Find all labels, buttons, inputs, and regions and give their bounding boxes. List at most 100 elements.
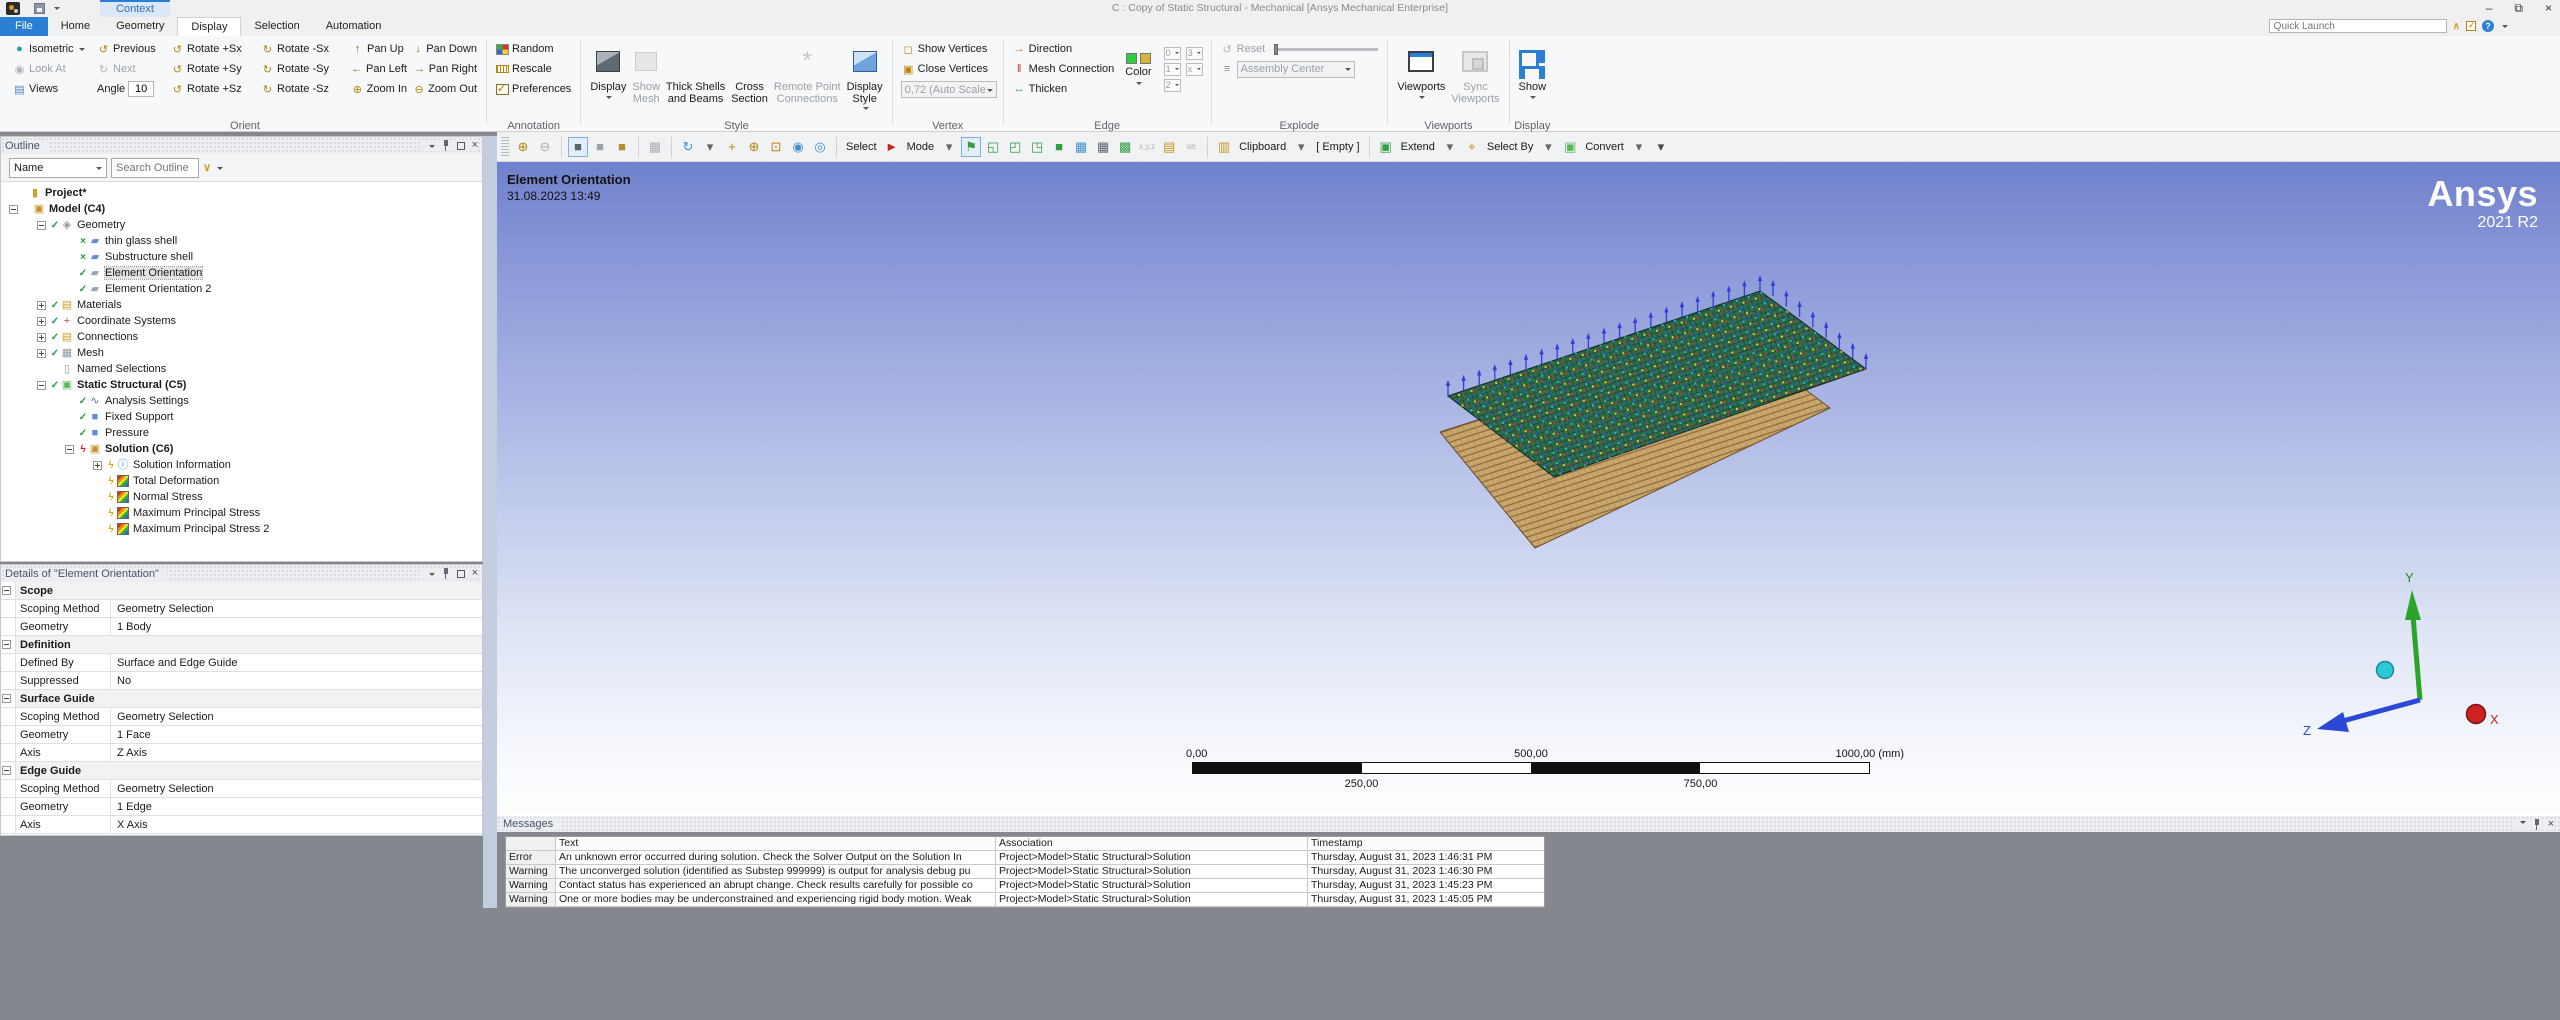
pan-down-button[interactable]: ↓ Pan Down [410, 39, 480, 59]
pan-up-button[interactable]: ↑ Pan Up [348, 39, 410, 59]
close-button[interactable]: × [2545, 1, 2552, 16]
edge-option-2-dropdown[interactable]: 2 [1163, 78, 1181, 92]
pin-icon[interactable] [442, 568, 450, 579]
show-vertices-button[interactable]: ◻ Show Vertices [899, 39, 997, 59]
display-button[interactable]: Display [587, 39, 629, 121]
wireframe-icon[interactable]: ■ [612, 137, 632, 157]
multi-viewport-icon[interactable]: ▦ [645, 137, 665, 157]
edge-option-1-dropdown[interactable]: 1 [1163, 62, 1181, 76]
collapse-icon[interactable] [1, 640, 11, 649]
outline-options-caret-icon[interactable] [217, 166, 224, 173]
minimize-button[interactable]: – [2486, 1, 2493, 16]
angle-input[interactable] [128, 81, 155, 97]
tree-item-fixed-support[interactable]: ✓ ■ Fixed Support [1, 409, 482, 425]
message-row[interactable]: Warning One or more bodies may be underco… [506, 893, 1544, 907]
mode-label[interactable]: Mode [904, 141, 938, 153]
detail-value[interactable]: Surface and Edge Guide [111, 654, 482, 671]
zoom-fit-icon[interactable]: ◉ [788, 137, 808, 157]
tree-item-thin-glass-shell[interactable]: × ▰ thin glass shell [1, 233, 482, 249]
model-scene[interactable] [497, 162, 2560, 816]
help-caret-icon[interactable] [2502, 25, 2508, 31]
preferences-button[interactable]: Preferences [493, 79, 574, 99]
display-style-button[interactable]: Display Style [844, 39, 886, 121]
tab-file[interactable]: File [0, 17, 48, 36]
orientation-triad[interactable]: Y Z X [2287, 552, 2547, 767]
tree-item-project-[interactable]: ▮ Project* [1, 185, 482, 201]
tree-item-mesh[interactable]: ✓ ▦ Mesh [1, 345, 482, 361]
tree-item-geometry[interactable]: ✓ ◈ Geometry [1, 217, 482, 233]
tab-selection[interactable]: Selection [241, 17, 312, 36]
collapse-icon[interactable] [37, 380, 46, 390]
mode-caret[interactable]: ▾ [939, 137, 959, 157]
expand-icon[interactable] [37, 332, 46, 342]
clipboard-icon[interactable]: ▥ [1214, 137, 1234, 157]
detail-value[interactable]: 1 Face [111, 726, 482, 743]
select-body-solid-icon[interactable]: ■ [1049, 137, 1069, 157]
close-panel-icon[interactable]: × [2548, 818, 2554, 830]
select-vertex-icon[interactable]: ⚑ [961, 136, 982, 157]
select-by-icon[interactable]: ⌖ [1462, 137, 1482, 157]
pin-icon[interactable] [442, 140, 450, 151]
select-mesh-icon[interactable]: ▦ [1071, 137, 1091, 157]
mesh-connection-button[interactable]: ‖ Mesh Connection [1010, 59, 1118, 79]
pan-left-button[interactable]: ← Pan Left [348, 59, 410, 79]
collapse-icon[interactable] [1, 586, 11, 595]
expand-icon[interactable] [93, 460, 102, 470]
panel-menu-caret-icon[interactable] [2519, 820, 2526, 827]
look-at-button[interactable]: ◉ Look At [10, 59, 94, 79]
collapse-icon[interactable] [65, 444, 74, 454]
detail-value[interactable]: X Axis [111, 816, 482, 833]
detail-value[interactable]: No [111, 672, 482, 689]
collapse-icon[interactable] [37, 220, 46, 230]
detail-value[interactable]: 1 Edge [111, 798, 482, 815]
pin-icon[interactable] [2533, 818, 2541, 830]
float-panel-icon[interactable] [456, 569, 465, 578]
rotate-sx-button[interactable]: ↻ Rotate -Sx [258, 39, 348, 59]
tab-home[interactable]: Home [48, 17, 103, 36]
edge-option-0-dropdown[interactable]: 0 [1163, 46, 1181, 60]
isometric-button[interactable]: ● Isometric [10, 39, 94, 59]
mesh-element-select-icon[interactable]: ▦ [1093, 137, 1113, 157]
tab-display[interactable]: Display [177, 17, 242, 36]
random-button[interactable]: Random [493, 39, 574, 59]
clipboard-caret[interactable]: ▾ [1291, 137, 1311, 157]
isometric-ball-icon[interactable] [2375, 660, 2395, 680]
mesh-node-select-icon[interactable]: ▩ [1115, 137, 1135, 157]
rotate-+sx-button[interactable]: ↺ Rotate +Sx [168, 39, 258, 59]
convert-label[interactable]: Convert [1582, 141, 1627, 153]
coordinates-icon[interactable]: x,y,z [1137, 137, 1157, 157]
select-by-label[interactable]: Select By [1484, 141, 1536, 153]
cross-section-button[interactable]: Cross Section [728, 39, 771, 121]
tree-item-named-selections[interactable]: ▯ Named Selections [1, 361, 482, 377]
rescale-button[interactable]: Rescale [493, 59, 574, 79]
direction-button[interactable]: → Direction [1010, 39, 1118, 59]
filter-type-dropdown[interactable]: Name [9, 157, 107, 178]
tree-item-maximum-principal-stress-2[interactable]: ϟ Maximum Principal Stress 2 [1, 521, 482, 537]
select-by-caret[interactable]: ▾ [1538, 137, 1558, 157]
toolbar-overflow-caret[interactable]: ▾ [1651, 137, 1671, 157]
show-mesh-button[interactable]: Show Mesh [629, 39, 663, 121]
rotate-+sy-button[interactable]: ↺ Rotate +Sy [168, 59, 258, 79]
search-outline-input[interactable] [111, 157, 199, 178]
close-panel-icon[interactable]: × [472, 568, 478, 579]
tree-item-element-orientation-2[interactable]: ✓ ▰ Element Orientation 2 [1, 281, 482, 297]
tab-automation[interactable]: Automation [313, 17, 395, 36]
shaded-exterior-icon[interactable]: ■ [590, 137, 610, 157]
convert-icon[interactable]: ▣ [1560, 137, 1580, 157]
expand-icon[interactable] [37, 348, 46, 358]
sync-viewports-button[interactable]: Sync Viewports [1448, 39, 1502, 121]
tree-item-normal-stress[interactable]: ϟ Normal Stress [1, 489, 482, 505]
detail-value[interactable]: Z Axis [111, 744, 482, 761]
detail-value[interactable]: 1 Body [111, 618, 482, 635]
expand-icon[interactable] [37, 316, 46, 326]
message-row[interactable]: Warning Contact status has experienced an… [506, 879, 1544, 893]
expand-all-icon[interactable]: ∨ [203, 161, 211, 174]
select-edge-icon[interactable]: ◱ [983, 137, 1003, 157]
tree-item-maximum-principal-stress[interactable]: ϟ Maximum Principal Stress [1, 505, 482, 521]
clipboard-label[interactable]: Clipboard [1236, 141, 1289, 153]
panel-menu-caret-icon[interactable] [428, 572, 435, 579]
tab-geometry[interactable]: Geometry [103, 17, 177, 36]
collapse-ribbon-icon[interactable]: ∧ [2453, 21, 2460, 32]
vertex-scale-dropdown[interactable]: 0,72 (Auto Scale [900, 81, 997, 98]
viewports-button[interactable]: Viewports [1394, 39, 1448, 121]
